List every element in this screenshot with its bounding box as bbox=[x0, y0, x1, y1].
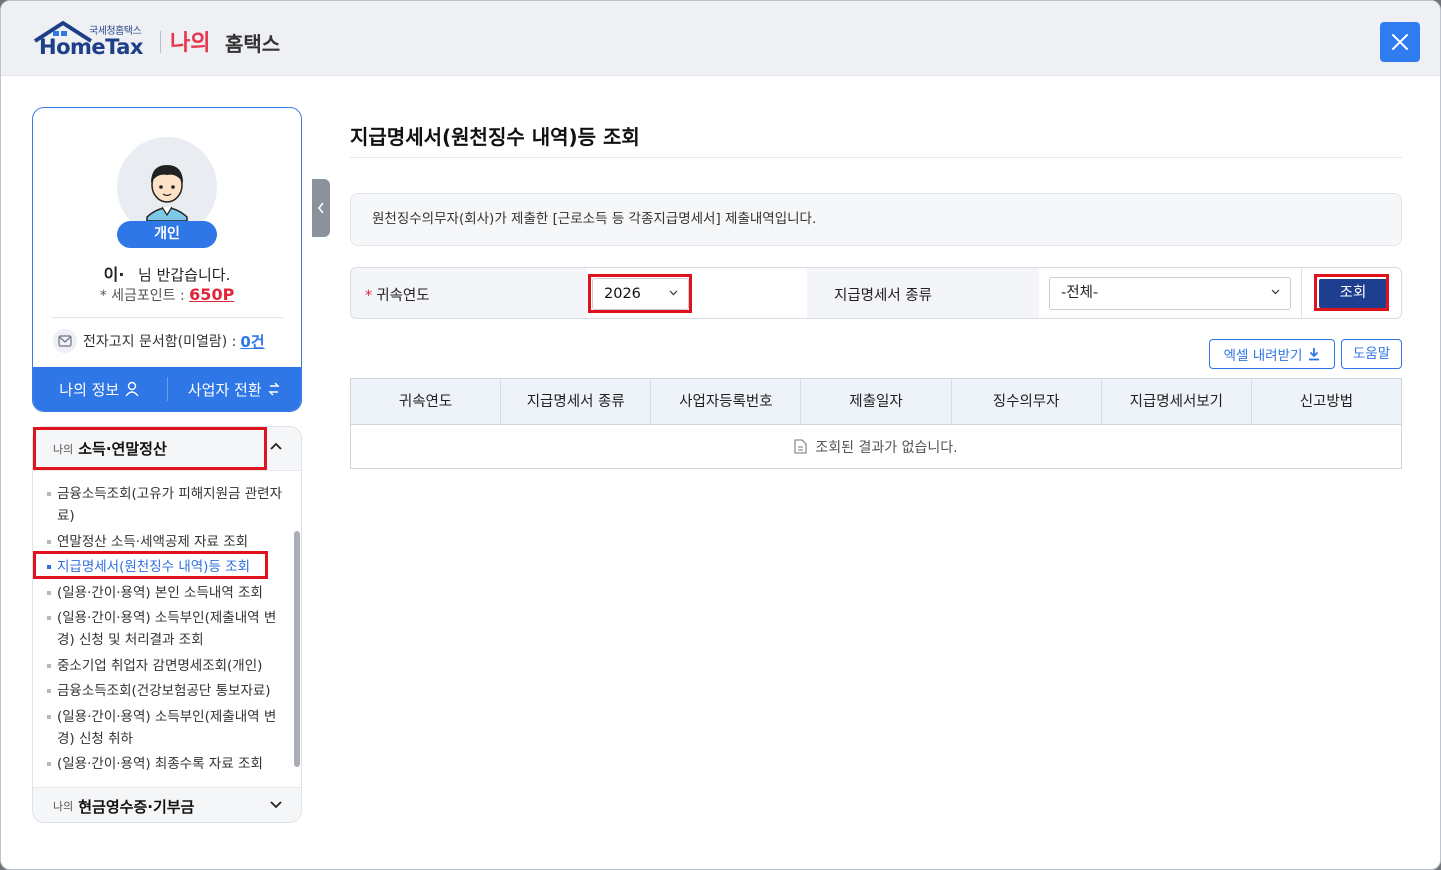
chevron-up-icon bbox=[270, 442, 282, 450]
menu-footer-prefix: 나의 bbox=[53, 800, 74, 813]
profile-actions: 나의 정보 사업자 전환 bbox=[33, 367, 301, 411]
column-header: 지급명세서보기 bbox=[1102, 379, 1252, 424]
menu-scrollbar[interactable] bbox=[294, 531, 300, 767]
chevron-down-icon bbox=[1271, 289, 1280, 295]
menu-item[interactable]: 금융소득조회(건강보험공단 통보자료) bbox=[33, 680, 293, 702]
type-label: 지급명세서 종류 bbox=[834, 288, 932, 304]
empty-message: 조회된 결과가 없습니다. bbox=[815, 439, 958, 456]
sidebar-collapse-handle[interactable] bbox=[312, 179, 330, 237]
points-label: * 세금포인트 : bbox=[99, 288, 185, 304]
menu-item[interactable]: (일용·간이·용역) 본인 소득내역 조회 bbox=[33, 582, 293, 604]
hometax-logo[interactable]: 국세청홈택스 HomeTax bbox=[31, 19, 151, 61]
header-bar: 국세청홈택스 HomeTax 나의 홈택스 bbox=[1, 1, 1440, 76]
e-notice-count-link[interactable]: 0건 bbox=[240, 331, 264, 352]
chevron-down-icon bbox=[669, 290, 678, 296]
form-divider bbox=[1301, 268, 1302, 318]
side-menu: 나의 소득·연말정산 금융소득조회(고유가 피해지원금 관련자료) 연말정산 소… bbox=[32, 426, 302, 823]
excel-download-label: 엑셀 내려받기 bbox=[1223, 348, 1303, 364]
envelope-icon bbox=[53, 329, 77, 353]
business-switch-button[interactable]: 사업자 전환 bbox=[168, 367, 302, 411]
results-table: 귀속연도 지급명세서 종류 사업자등록번호 제출일자 징수의무자 지급명세서보기… bbox=[350, 378, 1402, 469]
menu-item[interactable]: (일용·간이·용역) 최종수록 자료 조회 bbox=[33, 753, 293, 775]
chevron-left-icon bbox=[317, 202, 324, 214]
greeting-text: 이· 님 반갑습니다. bbox=[33, 261, 301, 285]
modal-window: 국세청홈택스 HomeTax 나의 홈택스 개인 이· 님 반갑습니다. * 세… bbox=[0, 0, 1441, 870]
statement-type-select[interactable]: -전체- bbox=[1049, 277, 1291, 310]
menu-section-header[interactable]: 나의 소득·연말정산 bbox=[33, 427, 301, 471]
year-select-value: 2026 bbox=[604, 286, 641, 302]
column-header: 징수의무자 bbox=[952, 379, 1102, 424]
close-icon bbox=[1392, 34, 1408, 50]
type-select-value: -전체- bbox=[1061, 285, 1099, 301]
my-info-button[interactable]: 나의 정보 bbox=[33, 367, 167, 411]
column-header: 사업자등록번호 bbox=[651, 379, 802, 424]
user-name: 이· bbox=[103, 265, 125, 284]
hometax-label: 홈택스 bbox=[225, 32, 281, 56]
download-icon bbox=[1309, 348, 1320, 361]
logo-divider bbox=[160, 31, 161, 53]
year-label-text: 귀속연도 bbox=[376, 288, 430, 304]
document-icon bbox=[794, 439, 807, 454]
column-header: 귀속연도 bbox=[351, 379, 502, 424]
menu-item[interactable]: (일용·간이·용역) 소득부인(제출내역 변경) 신청 및 처리결과 조회 bbox=[33, 607, 293, 651]
info-box: 원천징수의무자(회사)가 제출한 [근로소득 등 각종지급명세서] 제출내역입니… bbox=[350, 193, 1402, 246]
business-switch-label: 사업자 전환 bbox=[187, 380, 262, 399]
e-notice-label: 전자고지 문서함(미열람) : bbox=[83, 334, 237, 350]
empty-row: 조회된 결과가 없습니다. bbox=[351, 425, 1401, 468]
year-label: * 귀속연도 bbox=[365, 284, 430, 305]
my-label: 나의 bbox=[170, 31, 211, 56]
divider bbox=[51, 317, 283, 318]
menu-item-active[interactable]: 지급명세서(원천징수 내역)등 조회 bbox=[33, 556, 293, 578]
tax-points: * 세금포인트 : 650P bbox=[33, 285, 301, 305]
search-form: * 귀속연도 2026 지급명세서 종류 -전체- 조회 bbox=[350, 267, 1402, 319]
required-mark: * bbox=[365, 288, 373, 304]
column-header: 제출일자 bbox=[801, 379, 952, 424]
menu-section-prefix: 나의 bbox=[53, 442, 74, 456]
menu-section-title: 소득·연말정산 bbox=[78, 440, 167, 458]
table-header: 귀속연도 지급명세서 종류 사업자등록번호 제출일자 징수의무자 지급명세서보기… bbox=[351, 379, 1401, 425]
e-notice-box: 전자고지 문서함(미열람) : 0건 bbox=[53, 329, 265, 353]
chevron-down-icon bbox=[270, 801, 282, 809]
page-title: 지급명세서(원천징수 내역)등 조회 bbox=[350, 125, 640, 149]
menu-section-header-collapsed[interactable]: 나의 현금영수증·기부금 bbox=[33, 787, 301, 822]
title-divider bbox=[350, 157, 1402, 158]
search-button[interactable]: 조회 bbox=[1319, 279, 1387, 308]
profile-card: 개인 이· 님 반갑습니다. * 세금포인트 : 650P 전자고지 문서함(미… bbox=[32, 107, 302, 412]
year-select[interactable]: 2026 bbox=[592, 278, 689, 310]
menu-item[interactable]: 금융소득조회(고유가 피해지원금 관련자료) bbox=[33, 483, 293, 527]
menu-item[interactable]: 중소기업 취업자 감면명세조회(개인) bbox=[33, 655, 293, 677]
menu-list: 금융소득조회(고유가 피해지원금 관련자료) 연말정산 소득·세액공제 자료 조… bbox=[33, 483, 293, 779]
greeting-suffix: 님 반갑습니다. bbox=[138, 266, 231, 284]
points-value-link[interactable]: 650P bbox=[189, 285, 234, 304]
menu-item[interactable]: (일용·간이·용역) 소득부인(제출내역 변경) 신청 취하 bbox=[33, 706, 293, 750]
menu-footer-title: 현금영수증·기부금 bbox=[78, 797, 195, 816]
my-info-label: 나의 정보 bbox=[59, 380, 120, 399]
column-header: 신고방법 bbox=[1299, 394, 1354, 410]
menu-item[interactable]: 연말정산 소득·세액공제 자료 조회 bbox=[33, 531, 293, 553]
excel-download-button[interactable]: 엑셀 내려받기 bbox=[1209, 339, 1335, 369]
close-button[interactable] bbox=[1380, 22, 1420, 62]
logo-text: HomeTax bbox=[39, 35, 143, 59]
user-type-badge: 개인 bbox=[117, 221, 217, 248]
help-button[interactable]: 도움말 bbox=[1341, 339, 1402, 369]
switch-arrows-icon bbox=[267, 382, 280, 396]
person-icon bbox=[125, 381, 139, 397]
column-header: 지급명세서 종류 bbox=[501, 379, 652, 424]
